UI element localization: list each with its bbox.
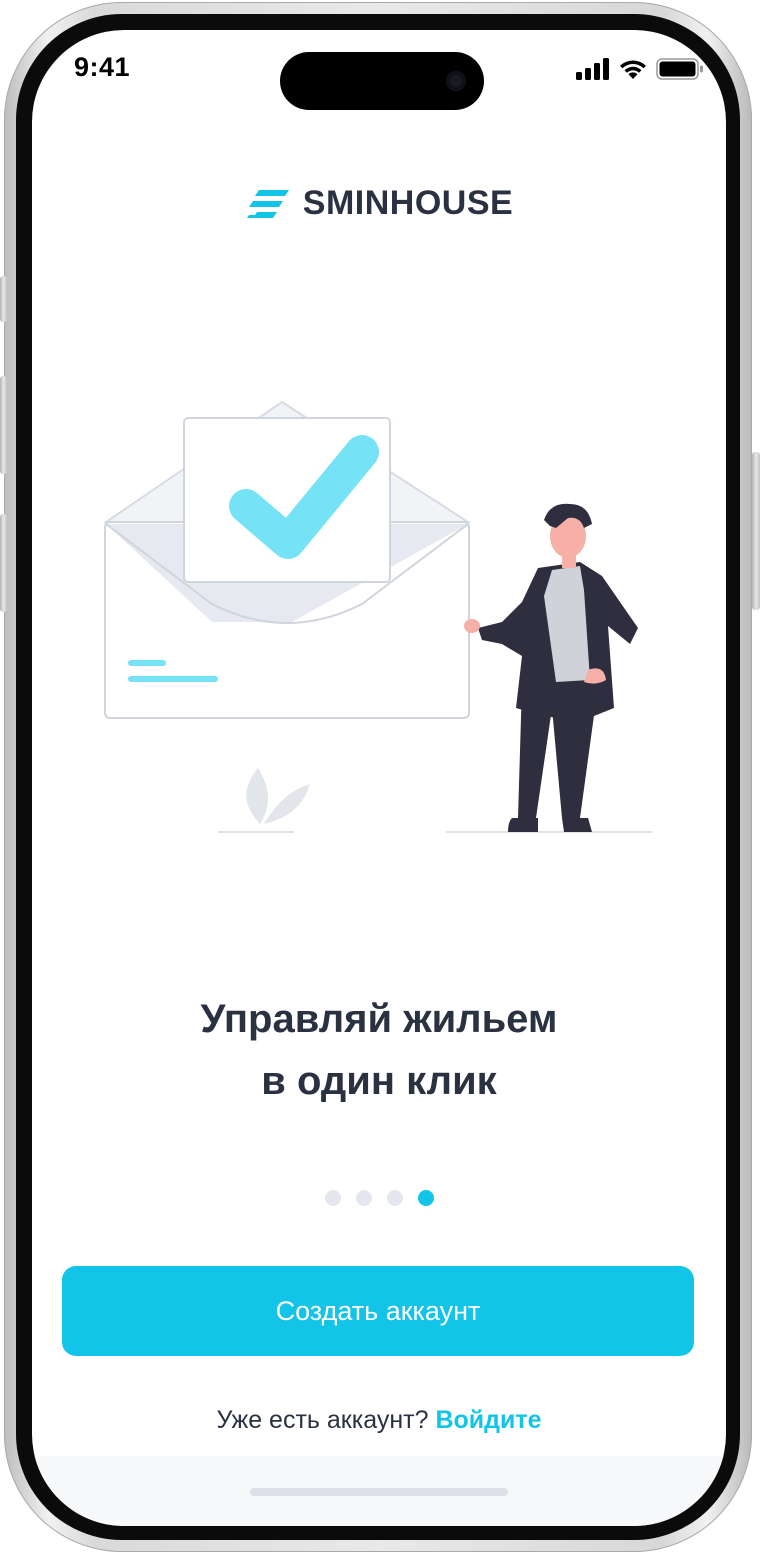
brand-logo: SMINHOUSE [32, 184, 726, 223]
page-dot-2[interactable] [355, 1190, 372, 1206]
brand-name: SMINHOUSE [302, 184, 514, 222]
headline-line-2: в один клик [261, 1059, 497, 1103]
phone-device: 9:41 SMINHOUSE Управляй жильем в один кл… [0, 0, 760, 1557]
onboarding-headline: Управляй жильем в один клик [32, 988, 726, 1112]
home-indicator[interactable] [250, 1488, 508, 1496]
dynamic-island [280, 52, 484, 110]
side-button-power [752, 452, 760, 610]
app-screen: 9:41 SMINHOUSE Управляй жильем в один кл… [32, 30, 726, 1526]
page-dot-3[interactable] [386, 1190, 403, 1206]
wifi-icon [620, 60, 646, 79]
page-dot-1[interactable] [324, 1190, 341, 1206]
login-prompt-line: Уже есть аккаунт? Войдите [32, 1406, 726, 1435]
side-button-volume-up [0, 376, 7, 474]
create-account-button[interactable]: Создать аккаунт [62, 1266, 694, 1356]
front-camera-icon [446, 71, 466, 91]
login-link[interactable]: Войдите [435, 1406, 541, 1434]
cellular-signal-icon [576, 58, 609, 80]
status-time: 9:41 [74, 52, 131, 82]
page-dot-4-active[interactable] [417, 1190, 434, 1206]
status-icons [576, 58, 704, 80]
login-prompt-text: Уже есть аккаунт? [216, 1406, 429, 1434]
sminhouse-logo-icon [246, 189, 289, 218]
side-button-volume-down [0, 514, 7, 612]
envelope-with-checkmark-and-man-illustration [102, 400, 652, 833]
battery-icon [656, 58, 703, 80]
headline-line-1: Управляй жильем [200, 997, 558, 1041]
side-button-mute [0, 276, 7, 322]
page-indicator [32, 1190, 726, 1206]
